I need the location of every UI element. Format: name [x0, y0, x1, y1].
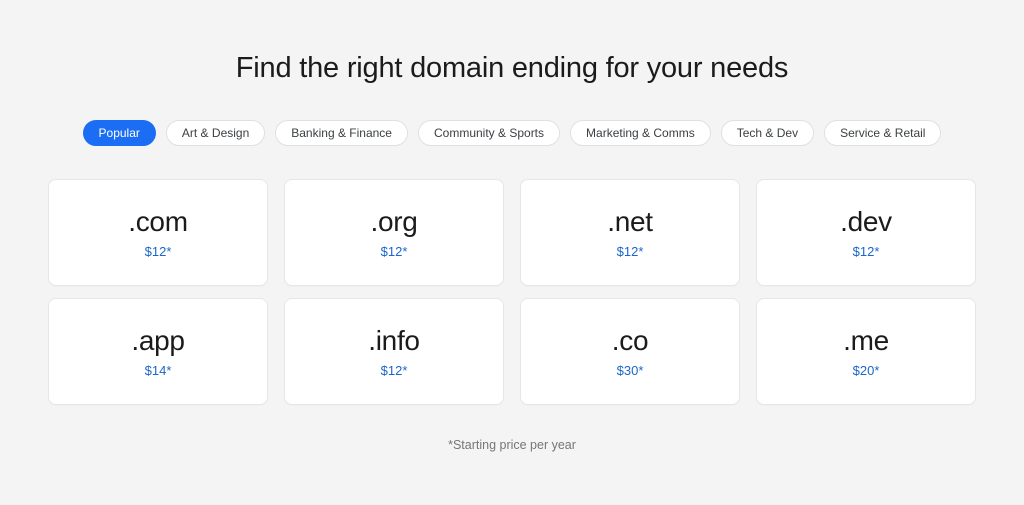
domain-card[interactable]: .net $12*: [520, 178, 740, 286]
chip-community-sports[interactable]: Community & Sports: [417, 119, 561, 146]
domain-card[interactable]: .me $20*: [756, 297, 976, 405]
domain-card[interactable]: .co $30*: [520, 297, 740, 405]
domain-card[interactable]: .com $12*: [48, 178, 268, 286]
chip-art-design[interactable]: Art & Design: [165, 119, 266, 146]
domain-tld-label: .dev: [840, 205, 892, 237]
domain-card[interactable]: .app $14*: [48, 297, 268, 405]
chip-popular[interactable]: Popular: [82, 119, 156, 146]
chip-tech-dev[interactable]: Tech & Dev: [720, 119, 815, 146]
domain-price-label: $12*: [616, 243, 644, 259]
domain-tld-label: .com: [128, 205, 188, 237]
chip-service-retail[interactable]: Service & Retail: [824, 119, 942, 146]
domain-price-label: $30*: [616, 362, 644, 378]
domain-price-label: $20*: [852, 362, 880, 378]
domain-tld-label: .info: [368, 324, 420, 356]
domain-tld-label: .co: [611, 324, 649, 356]
domain-price-label: $14*: [144, 362, 172, 378]
domain-card[interactable]: .org $12*: [284, 178, 504, 286]
chip-banking-finance[interactable]: Banking & Finance: [275, 119, 408, 146]
domain-tld-label: .org: [370, 205, 418, 237]
category-filter-chips: Popular Art & Design Banking & Finance Comm…: [0, 119, 1024, 146]
domain-card-grid: .com $12* .org $12* .net $12* .dev $12* .app $14*…: [48, 178, 976, 405]
page-title: Find the right domain ending for your ne…: [235, 52, 789, 84]
domain-price-label: $12*: [380, 362, 408, 378]
domain-tld-label: .me: [843, 324, 889, 356]
domain-price-label: $12*: [144, 243, 172, 259]
chip-marketing-comms[interactable]: Marketing & Comms: [570, 119, 711, 146]
pricing-footnote: *Starting price per year: [448, 437, 576, 452]
domain-card[interactable]: .info $12*: [284, 297, 504, 405]
domain-price-label: $12*: [852, 243, 880, 259]
domain-price-label: $12*: [380, 243, 408, 259]
domain-tld-label: .app: [131, 324, 185, 356]
domain-card[interactable]: .dev $12*: [756, 178, 976, 286]
domain-endings-page: Find the right domain ending for your ne…: [0, 0, 1024, 505]
domain-tld-label: .net: [607, 205, 653, 237]
